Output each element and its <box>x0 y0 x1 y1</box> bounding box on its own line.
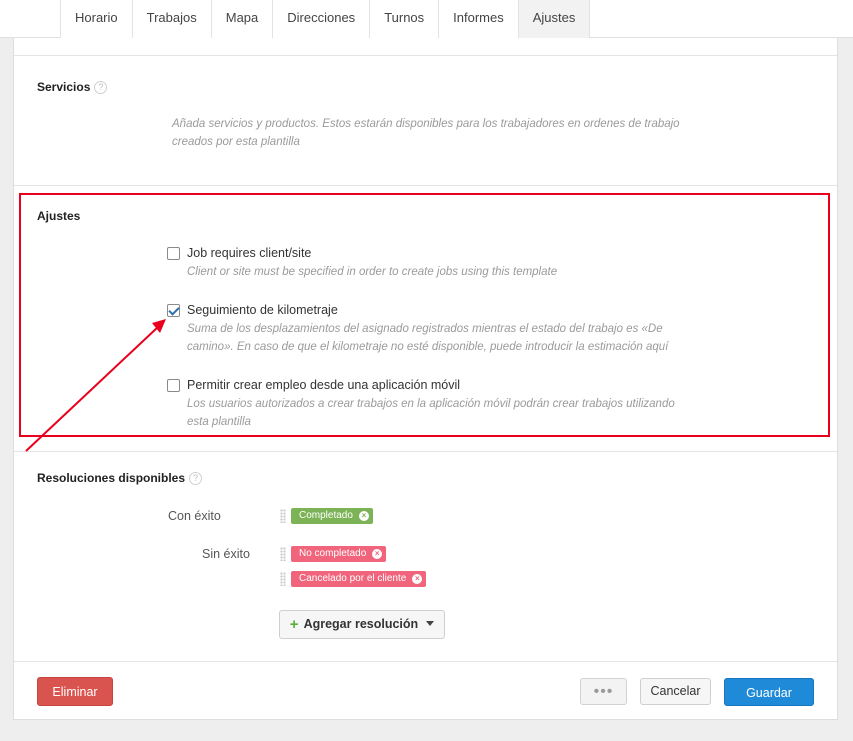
resolution-tag-label: Completado <box>299 510 353 521</box>
services-title: Servicios <box>37 80 91 94</box>
resolution-tag-label: No completado <box>299 548 367 559</box>
resolution-tag-no-completado: No completado × <box>291 546 387 562</box>
divider <box>14 661 837 662</box>
services-section-title: Servicios? <box>37 80 108 94</box>
settings-section-title: Ajustes <box>37 209 81 223</box>
mileage-tracking-checkbox[interactable] <box>167 304 180 317</box>
cancel-button[interactable]: Cancelar <box>640 678 711 705</box>
drag-handle-icon[interactable] <box>280 547 286 561</box>
divider <box>14 451 837 452</box>
resolution-tag-label: Cancelado por el cliente <box>299 573 407 584</box>
more-options-button[interactable]: ••• <box>580 678 627 705</box>
save-button[interactable]: Guardar <box>724 678 814 706</box>
delete-button[interactable]: Eliminar <box>37 677 113 706</box>
nav-tabs: Horario Trabajos Mapa Direcciones Turnos… <box>60 0 591 38</box>
job-requires-client-checkbox[interactable] <box>167 247 180 260</box>
caret-down-icon <box>426 621 435 626</box>
tab-mapa[interactable]: Mapa <box>210 0 273 38</box>
failure-label: Sin éxito <box>202 547 250 561</box>
success-label: Con éxito <box>168 509 221 523</box>
tab-turnos[interactable]: Turnos <box>369 0 439 38</box>
option-label[interactable]: Seguimiento de kilometraje <box>187 303 338 317</box>
tab-trabajos[interactable]: Trabajos <box>131 0 211 38</box>
resolution-tag-completado: Completado × <box>291 508 373 524</box>
tab-informes[interactable]: Informes <box>438 0 518 38</box>
tab-direcciones[interactable]: Direcciones <box>272 0 370 38</box>
resolutions-title: Resoluciones disponibles <box>37 471 186 485</box>
option-description: Suma de los desplazamientos del asignado… <box>187 323 669 353</box>
help-icon[interactable]: ? <box>189 472 203 485</box>
add-resolution-label: Agregar resolución <box>303 617 419 631</box>
services-hint: Añada servicios y productos. Estos estar… <box>172 118 680 148</box>
divider <box>14 185 837 186</box>
top-navigation: Horario Trabajos Mapa Direcciones Turnos… <box>0 0 853 38</box>
remove-icon[interactable]: × <box>412 574 423 584</box>
drag-handle-icon[interactable] <box>280 509 286 523</box>
mobile-create-checkbox[interactable] <box>167 379 180 392</box>
remove-icon[interactable]: × <box>358 511 369 521</box>
option-label[interactable]: Permitir crear empleo desde una aplicaci… <box>187 378 460 392</box>
option-description: Los usuarios autorizados a crear trabajo… <box>187 398 675 428</box>
remove-icon[interactable]: × <box>372 549 383 559</box>
resolutions-section-title: Resoluciones disponibles? <box>37 471 203 485</box>
resolution-tag-cancelado: Cancelado por el cliente × <box>291 571 427 587</box>
help-icon[interactable]: ? <box>94 81 108 94</box>
tab-horario[interactable]: Horario <box>60 0 132 38</box>
plus-icon: + <box>289 616 299 633</box>
divider <box>14 55 837 56</box>
option-label[interactable]: Job requires client/site <box>187 246 311 260</box>
option-description: Client or site must be specified in orde… <box>187 266 558 278</box>
drag-handle-icon[interactable] <box>280 572 286 586</box>
tab-ajustes[interactable]: Ajustes <box>517 0 591 38</box>
add-resolution-button[interactable]: + Agregar resolución <box>279 610 445 639</box>
